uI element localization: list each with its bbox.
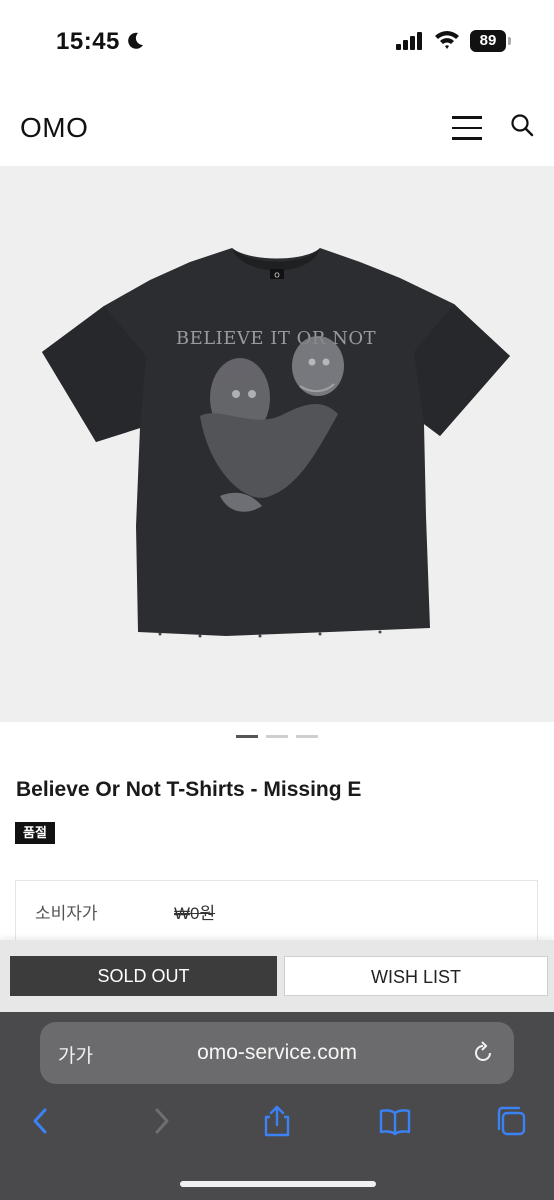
bookmarks-icon[interactable]	[378, 1104, 412, 1138]
battery-icon: 89	[470, 30, 506, 52]
home-indicator	[180, 1181, 376, 1187]
address-bar[interactable]: 가가 omo-service.com	[40, 1022, 514, 1084]
site-header: OMO	[0, 90, 554, 166]
signal-icon	[396, 32, 422, 50]
product-image[interactable]: O BELIEVE IT OR NOT	[0, 166, 554, 722]
gallery-pager	[236, 735, 318, 738]
battery-tip	[508, 37, 511, 45]
url-text[interactable]: omo-service.com	[40, 1041, 514, 1065]
reload-icon[interactable]	[470, 1040, 496, 1066]
search-icon[interactable]	[510, 113, 536, 139]
sold-out-button[interactable]: SOLD OUT	[10, 956, 277, 996]
hamburger-menu-icon[interactable]	[452, 116, 482, 140]
moon-icon	[128, 32, 143, 49]
pager-dot-1[interactable]	[236, 735, 258, 738]
product-title: Believe Or Not T-Shirts - Missing E	[16, 778, 362, 801]
pager-dot-3[interactable]	[296, 735, 318, 738]
wish-list-button[interactable]: WISH LIST	[284, 956, 548, 996]
pager-dot-2[interactable]	[266, 735, 288, 738]
status-time: 15:45	[56, 28, 120, 55]
tshirt-illustration: O BELIEVE IT OR NOT	[42, 248, 510, 638]
collar-label: O	[274, 272, 280, 280]
shirt-print-text: BELIEVE IT OR NOT	[176, 328, 376, 349]
forward-icon[interactable]	[144, 1104, 178, 1138]
site-logo[interactable]: OMO	[20, 112, 88, 144]
price-value: ₩0원	[174, 904, 216, 923]
tabs-icon[interactable]	[494, 1104, 528, 1138]
share-icon[interactable]	[260, 1104, 294, 1138]
sold-out-badge: 품절	[15, 822, 55, 844]
browser-toolbar: 가가 omo-service.com	[0, 1012, 554, 1200]
price-label: 소비자가	[35, 904, 98, 923]
status-bar: 15:45 89	[0, 0, 554, 80]
action-bar: SOLD OUT WISH LIST	[0, 940, 554, 1012]
back-icon[interactable]	[24, 1104, 58, 1138]
wifi-icon	[435, 31, 459, 49]
